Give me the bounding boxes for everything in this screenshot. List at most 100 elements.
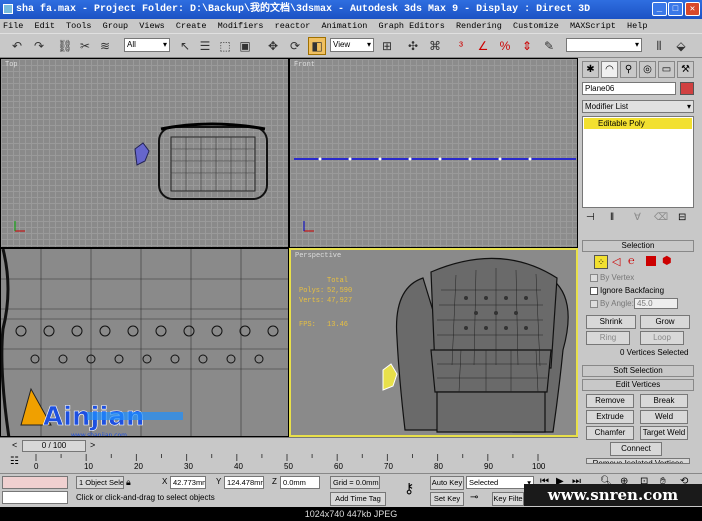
menu-maxscript[interactable]: MAXScript <box>570 21 616 31</box>
undo-icon[interactable]: ↶ <box>8 37 26 55</box>
grow-button[interactable]: Grow <box>640 315 690 329</box>
lock-selection-icon[interactable]: 🔒︎ <box>126 477 131 488</box>
menu-graph-editors[interactable]: Graph Editors <box>379 21 445 31</box>
vertex-mode-icon[interactable]: ⁘ <box>594 255 608 269</box>
select-by-name-icon[interactable]: ☰ <box>196 37 214 55</box>
show-end-result-icon[interactable]: ‖ <box>610 212 614 223</box>
menu-views[interactable]: Views <box>139 21 165 31</box>
menu-group[interactable]: Group <box>103 21 129 31</box>
close-button[interactable]: ✕ <box>685 2 700 16</box>
time-slider-thumb[interactable]: 0 / 100 <box>22 440 86 452</box>
make-unique-icon[interactable]: ∀ <box>634 212 641 223</box>
mini-curve-editor-icon[interactable]: ☷ <box>10 456 19 467</box>
edit-vertices-rollout-header[interactable]: Edit Vertices <box>582 379 694 391</box>
align-icon[interactable]: ⬙ <box>672 37 690 55</box>
menu-reactor[interactable]: reactor <box>275 21 311 31</box>
edge-mode-icon[interactable]: ◁ <box>612 255 620 268</box>
extrude-button[interactable]: Extrude <box>586 410 634 424</box>
by-vertex-checkbox[interactable] <box>590 274 598 282</box>
chamfer-button[interactable]: Chamfer <box>586 426 634 440</box>
menu-modifiers[interactable]: Modifiers <box>218 21 264 31</box>
connect-button[interactable]: Connect <box>610 442 662 456</box>
scale-icon[interactable]: ◧ <box>308 37 326 55</box>
selection-filter-dropdown[interactable]: All ▾ <box>124 38 170 52</box>
remove-button[interactable]: Remove <box>586 394 634 408</box>
set-key-button[interactable]: Set Key <box>430 492 464 506</box>
menu-animation[interactable]: Animation <box>321 21 367 31</box>
angle-spinner[interactable]: 45.0 <box>634 298 678 309</box>
keyboard-shortcut-icon[interactable]: ⌘ <box>426 37 444 55</box>
stack-item-editable-poly[interactable]: Editable Poly <box>584 118 692 129</box>
remove-modifier-icon[interactable]: ⌫ <box>654 212 668 223</box>
spinner-snap-icon[interactable]: ⇕ <box>518 37 536 55</box>
key-filters-button[interactable]: Key Filte <box>492 492 524 506</box>
create-tab-icon[interactable]: ✱ <box>582 61 599 78</box>
mirror-icon[interactable]: ⫴ <box>650 37 668 55</box>
menu-edit[interactable]: Edit <box>35 21 55 31</box>
pin-stack-icon[interactable]: ⊣ <box>586 212 595 223</box>
modifier-list-dropdown[interactable]: Modifier List ▾ <box>582 100 694 113</box>
angle-snap-icon[interactable]: ∠ <box>474 37 492 55</box>
viewport-left[interactable]: Ainjian www.shanjian.com <box>0 248 289 437</box>
weld-button[interactable]: Weld <box>640 410 688 424</box>
object-color-swatch[interactable] <box>680 82 694 95</box>
auto-key-button[interactable]: Auto Key <box>430 476 464 490</box>
track-bar[interactable]: ☷ 0 10 20 30 40 50 60 70 80 90 100 <box>0 454 578 473</box>
viewport-front[interactable]: Front <box>289 58 578 248</box>
snap-toggle-icon[interactable]: ³ <box>452 37 470 55</box>
rotate-icon[interactable]: ⟳ <box>286 37 304 55</box>
key-icon[interactable]: ⚷ <box>404 480 414 497</box>
percent-snap-icon[interactable]: % <box>496 37 514 55</box>
rectangular-selection-icon[interactable]: ⬚ <box>216 37 234 55</box>
hierarchy-tab-icon[interactable]: ⚲ <box>620 61 637 78</box>
ignore-backfacing-checkbox[interactable] <box>590 287 598 295</box>
unlink-icon[interactable]: ✂ <box>76 37 94 55</box>
set-key-icon[interactable]: ⊸ <box>470 492 478 503</box>
menu-create[interactable]: Create <box>176 21 207 31</box>
select-object-icon[interactable]: ↖ <box>176 37 194 55</box>
named-selection-icon[interactable]: ✎ <box>540 37 558 55</box>
window-crossing-icon[interactable]: ▣ <box>236 37 254 55</box>
menu-help[interactable]: Help <box>627 21 647 31</box>
viewport-perspective[interactable]: Perspective Total Polys: 52,590 Verts: 4… <box>289 248 578 437</box>
configure-sets-icon[interactable]: ⊟ <box>678 212 686 223</box>
bind-space-warp-icon[interactable]: ≋ <box>96 37 114 55</box>
border-mode-icon[interactable]: ℮ <box>628 255 635 267</box>
time-slider-track[interactable]: < 0 / 100 > <box>0 437 578 454</box>
menu-file[interactable]: File <box>3 21 23 31</box>
modify-tab-icon[interactable]: ◠ <box>601 61 618 78</box>
menu-rendering[interactable]: Rendering <box>456 21 502 31</box>
maximize-button[interactable]: □ <box>668 2 683 16</box>
x-coordinate-field[interactable]: 42.773mm <box>170 476 206 489</box>
by-angle-checkbox[interactable] <box>590 300 598 308</box>
minimize-button[interactable]: _ <box>652 2 667 16</box>
pivot-center-icon[interactable]: ⊞ <box>378 37 396 55</box>
prev-frame-icon[interactable]: < <box>12 440 17 450</box>
maxscript-listener-mini[interactable] <box>2 476 68 489</box>
target-weld-button[interactable]: Target Weld <box>640 426 688 440</box>
element-mode-icon[interactable]: ⬢ <box>662 254 672 267</box>
redo-icon[interactable]: ↷ <box>30 37 48 55</box>
ring-button[interactable]: Ring <box>586 331 630 345</box>
select-manipulate-icon[interactable]: ✣ <box>404 37 422 55</box>
object-name-field[interactable]: Plane06 <box>582 82 676 95</box>
display-tab-icon[interactable]: ▭ <box>658 61 675 78</box>
soft-selection-rollout-header[interactable]: Soft Selection <box>582 365 694 377</box>
motion-tab-icon[interactable]: ◎ <box>639 61 656 78</box>
break-button[interactable]: Break <box>640 394 688 408</box>
selection-rollout-header[interactable]: Selection <box>582 240 694 252</box>
next-frame-icon[interactable]: > <box>90 440 95 450</box>
shrink-button[interactable]: Shrink <box>586 315 636 329</box>
move-icon[interactable]: ✥ <box>264 37 282 55</box>
reference-coordinate-dropdown[interactable]: View ▾ <box>330 38 374 52</box>
menu-tools[interactable]: Tools <box>66 21 92 31</box>
y-coordinate-field[interactable]: 124.478mm <box>224 476 264 489</box>
maxscript-input-mini[interactable] <box>2 491 68 504</box>
select-link-icon[interactable]: ⛓ <box>56 37 74 55</box>
named-selection-sets-dropdown[interactable]: ▾ <box>566 38 642 52</box>
viewport-top[interactable]: Top <box>0 58 289 248</box>
utilities-tab-icon[interactable]: ⚒ <box>677 61 694 78</box>
menu-customize[interactable]: Customize <box>513 21 559 31</box>
polygon-mode-icon[interactable] <box>646 256 656 266</box>
loop-button[interactable]: Loop <box>640 331 684 345</box>
